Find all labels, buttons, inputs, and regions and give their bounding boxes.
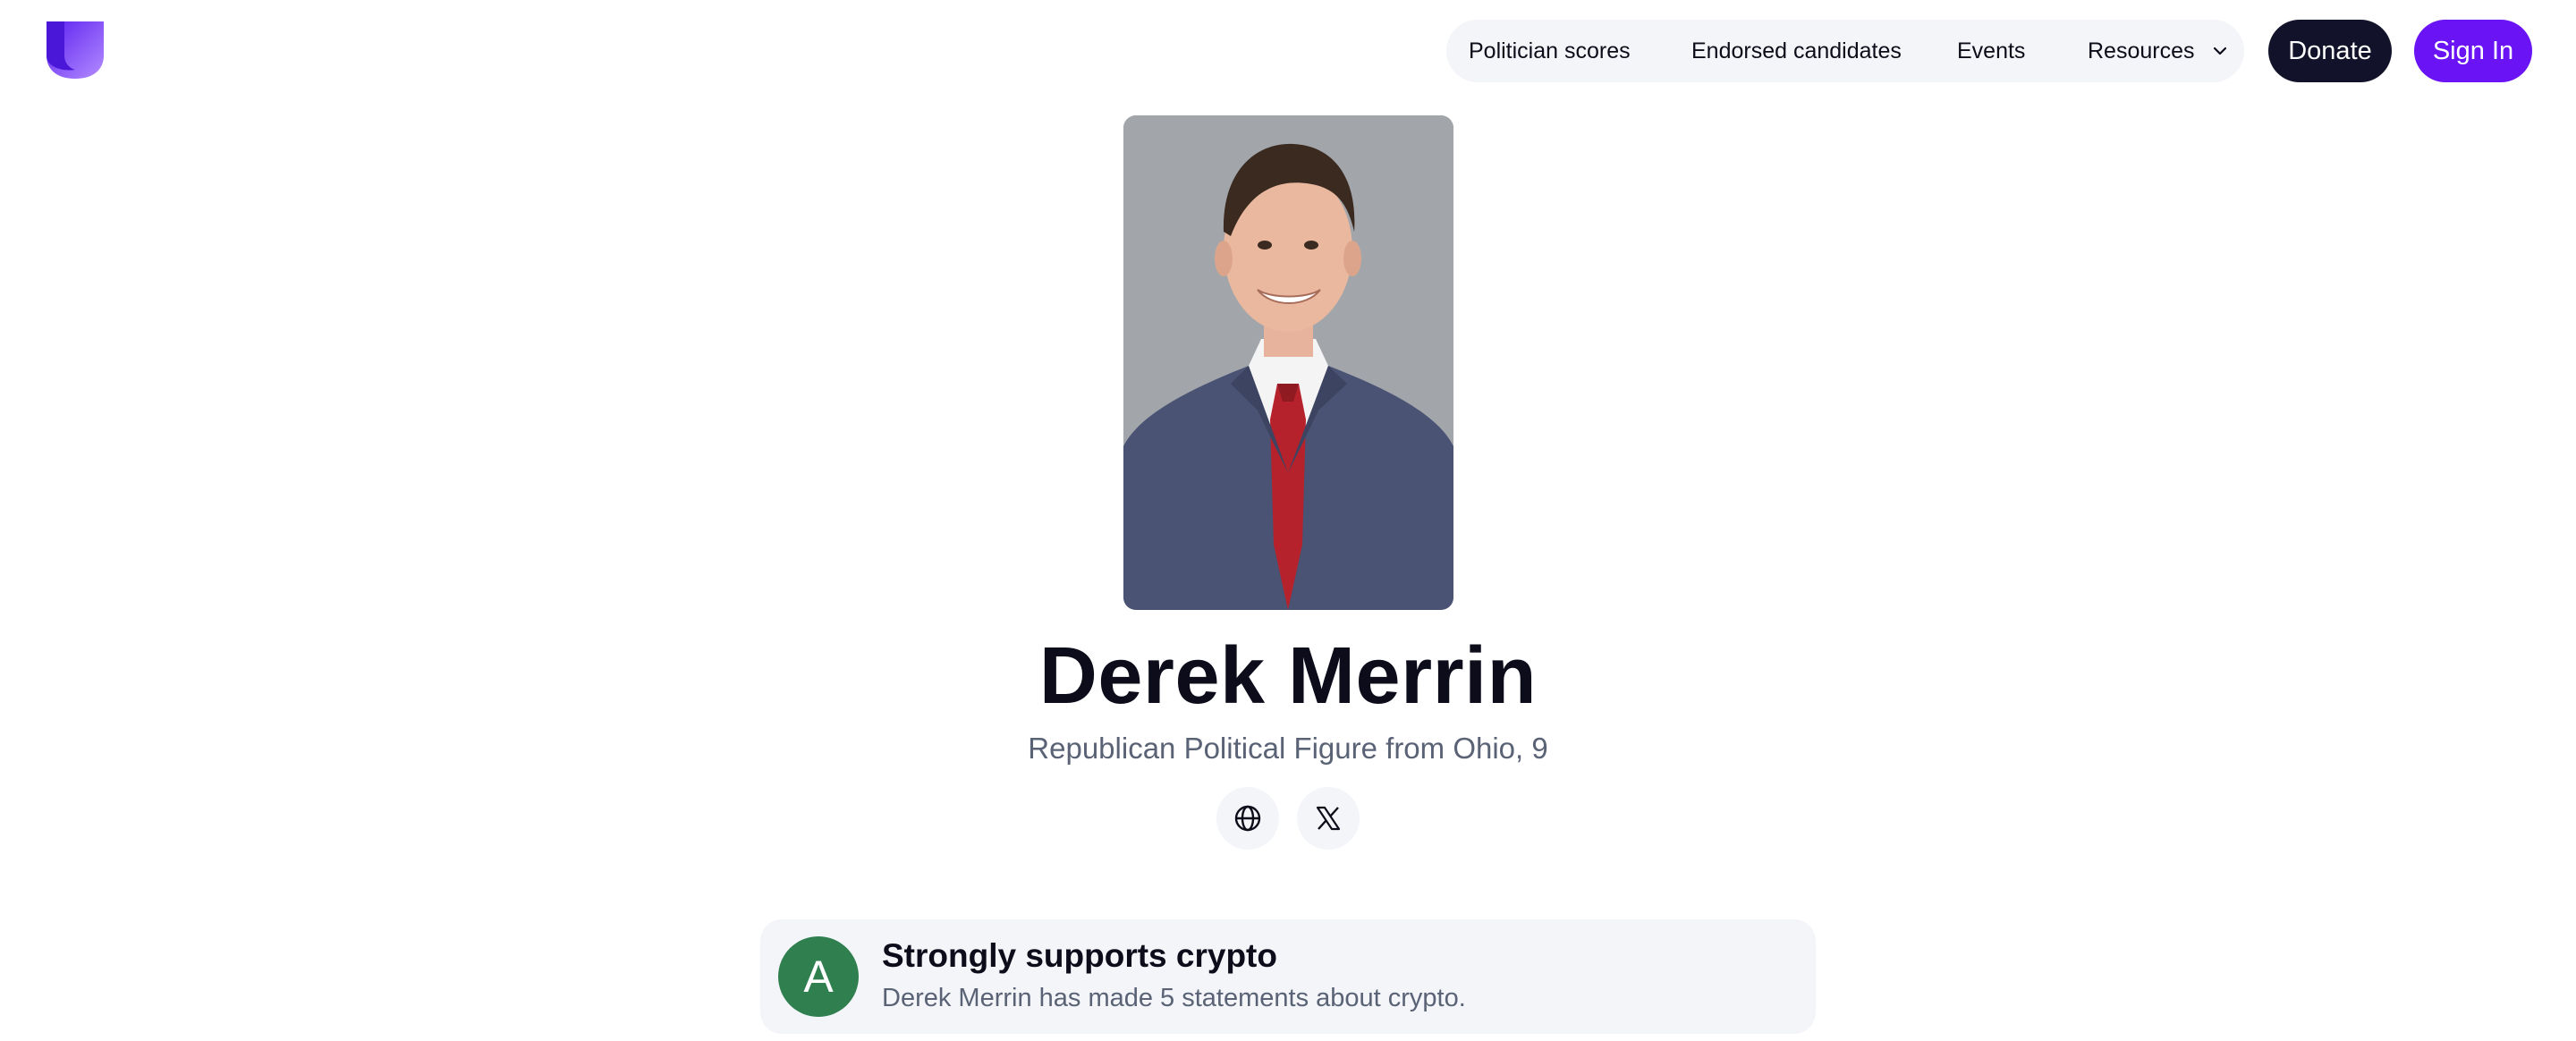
chevron-down-icon (2213, 47, 2226, 55)
stance-description: Derek Merrin has made 5 statements about… (882, 984, 1466, 1012)
page: Politician scores Endorsed candidates Ev… (0, 0, 2576, 1041)
nav-politician-scores[interactable]: Politician scores (1469, 38, 1631, 64)
nav-events[interactable]: Events (1957, 38, 2025, 64)
x-logo-icon (1316, 806, 1341, 831)
x-profile-link-button[interactable] (1297, 787, 1360, 850)
shield-logo[interactable] (45, 20, 106, 80)
sign-in-button[interactable]: Sign In (2414, 20, 2532, 82)
nav-resources-label: Resources (2088, 38, 2195, 63)
crypto-stance-card[interactable]: A Strongly supports crypto Derek Merrin … (760, 919, 1816, 1034)
grade-badge: A (778, 936, 859, 1017)
website-link-button[interactable] (1216, 787, 1279, 850)
globe-icon (1234, 805, 1261, 832)
politician-subtitle: Republican Political Figure from Ohio, 9 (1028, 732, 1548, 765)
donate-button[interactable]: Donate (2268, 20, 2392, 82)
nav-endorsed-candidates[interactable]: Endorsed candidates (1691, 38, 1902, 64)
nav-resources[interactable]: Resources (2088, 38, 2229, 64)
main-nav: Politician scores Endorsed candidates Ev… (1446, 20, 2244, 82)
stance-title: Strongly supports crypto (882, 937, 1277, 974)
politician-photo (1123, 115, 1453, 610)
politician-name: Derek Merrin (1038, 631, 1538, 721)
